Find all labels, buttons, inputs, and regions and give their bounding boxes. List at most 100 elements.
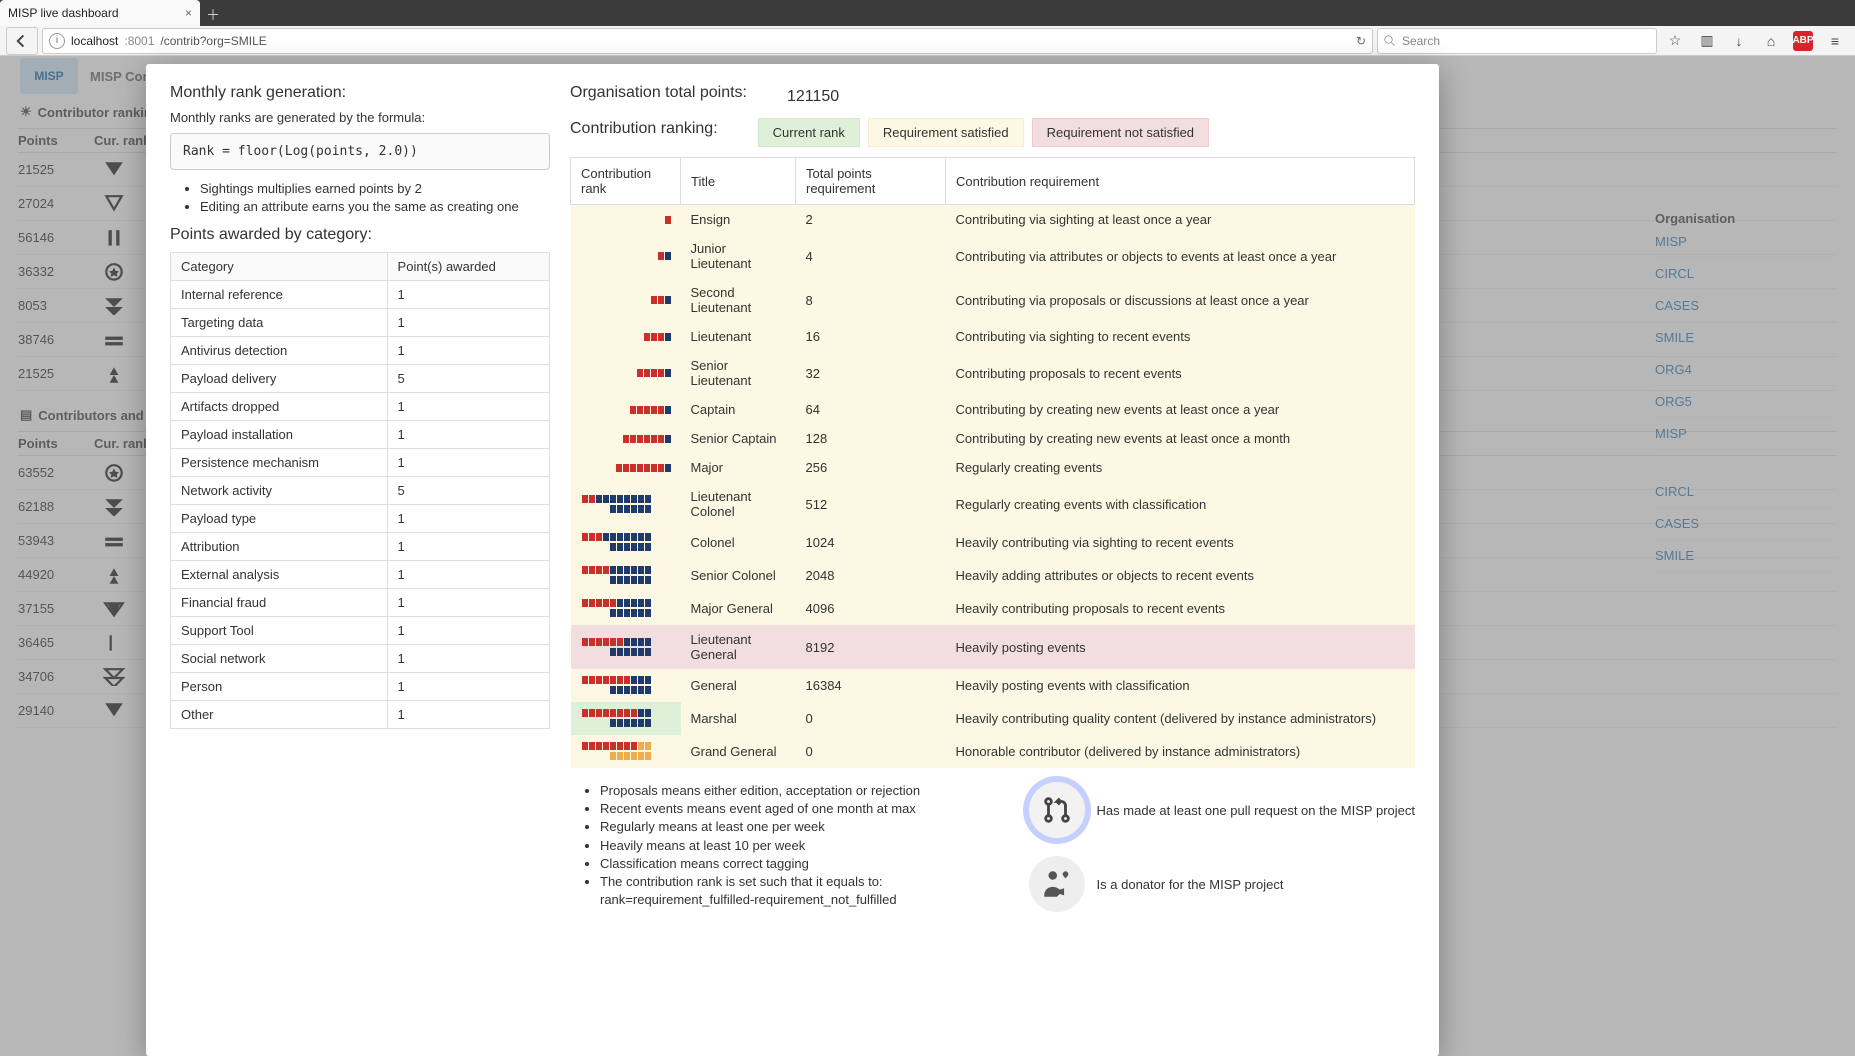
- pac-row: Payload type1: [171, 505, 550, 533]
- rank-contrib-req: Heavily contributing via sighting to rec…: [946, 526, 1415, 559]
- bookmark-star-icon[interactable]: ☆: [1661, 27, 1689, 55]
- rank-points-req: 2048: [796, 559, 946, 592]
- search-box[interactable]: Search: [1377, 28, 1657, 54]
- pac-row: Financial fraud1: [171, 589, 550, 617]
- pac-row: Support Tool1: [171, 617, 550, 645]
- rank-title: Second Lieutenant: [681, 278, 796, 322]
- monthly-title: Monthly rank generation:: [170, 84, 550, 102]
- pac-row: Payload installation1: [171, 421, 550, 449]
- search-icon: [1384, 35, 1396, 47]
- ct-th-req: Contribution requirement: [946, 158, 1415, 205]
- contribution-rank-row: Marshal 0 Heavily contributing quality c…: [571, 702, 1415, 735]
- downloads-icon[interactable]: ↓: [1725, 27, 1753, 55]
- rank-title: Grand General: [681, 735, 796, 768]
- contribution-rank-row: Colonel 1024 Heavily contributing via si…: [571, 526, 1415, 559]
- rank-title: Major: [681, 453, 796, 482]
- back-button[interactable]: [6, 27, 38, 55]
- rank-points-req: 1024: [796, 526, 946, 559]
- rank-insignia: [571, 322, 681, 351]
- rank-insignia: [571, 351, 681, 395]
- rank-contrib-req: Contributing via attributes or objects t…: [946, 234, 1415, 278]
- close-tab-icon[interactable]: ×: [185, 6, 192, 20]
- monthly-desc: Monthly ranks are generated by the formu…: [170, 110, 550, 125]
- contribution-rank-row: Captain 64 Contributing by creating new …: [571, 395, 1415, 424]
- url-bar[interactable]: i localhost:8001/contrib?org=SMILE ↻: [42, 28, 1373, 54]
- rank-points-req: 128: [796, 424, 946, 453]
- rank-insignia: [571, 453, 681, 482]
- pull-request-badge-icon: [1029, 782, 1085, 838]
- pac-row: Network activity5: [171, 477, 550, 505]
- contribution-rank-row: Junior Lieutenant 4 Contributing via att…: [571, 234, 1415, 278]
- rank-contrib-req: Contributing by creating new events at l…: [946, 424, 1415, 453]
- rank-insignia: [571, 669, 681, 702]
- rank-title: Major General: [681, 592, 796, 625]
- menu-icon[interactable]: ≡: [1821, 27, 1849, 55]
- rank-title: Captain: [681, 395, 796, 424]
- rank-contrib-req: Honorable contributor (delivered by inst…: [946, 735, 1415, 768]
- definition-item: Proposals means either edition, acceptat…: [600, 782, 999, 800]
- rank-points-req: 16: [796, 322, 946, 351]
- ct-th-tpr: Total points requirement: [796, 158, 946, 205]
- definitions-list: Proposals means either edition, acceptat…: [570, 782, 999, 909]
- site-info-icon[interactable]: i: [49, 33, 65, 49]
- rank-title: Senior Captain: [681, 424, 796, 453]
- rank-contrib-req: Heavily contributing proposals to recent…: [946, 592, 1415, 625]
- rank-contrib-req: Regularly creating events: [946, 453, 1415, 482]
- note-item: Sightings multiplies earned points by 2: [200, 180, 550, 198]
- rank-contrib-req: Heavily contributing quality content (de…: [946, 702, 1415, 735]
- rank-title: Senior Colonel: [681, 559, 796, 592]
- pac-row: Payload delivery5: [171, 365, 550, 393]
- cr-label: Contribution ranking:: [570, 120, 718, 138]
- ct-th-rank: Contribution rank: [571, 158, 681, 205]
- legend-not-satisfied: Requirement not satisfied: [1032, 118, 1209, 147]
- rank-title: Senior Lieutenant: [681, 351, 796, 395]
- search-placeholder: Search: [1402, 34, 1440, 48]
- rank-points-req: 2: [796, 205, 946, 235]
- pull-request-badge-label: Has made at least one pull request on th…: [1097, 803, 1415, 818]
- contribution-rank-row: Lieutenant General 8192 Heavily posting …: [571, 625, 1415, 669]
- library-icon[interactable]: ▥: [1693, 27, 1721, 55]
- new-tab-button[interactable]: ＋: [200, 4, 226, 26]
- rank-insignia: [571, 205, 681, 235]
- rank-title: Ensign: [681, 205, 796, 235]
- rank-points-req: 8192: [796, 625, 946, 669]
- rank-title: General: [681, 669, 796, 702]
- contribution-rank-row: Ensign 2 Contributing via sighting at le…: [571, 205, 1415, 235]
- tab-title: MISP live dashboard: [8, 6, 119, 20]
- pac-row: Person1: [171, 673, 550, 701]
- contribution-rank-row: Second Lieutenant 8 Contributing via pro…: [571, 278, 1415, 322]
- donator-badge-label: Is a donator for the MISP project: [1097, 877, 1284, 892]
- url-port: :8001: [124, 34, 154, 48]
- rank-points-req: 8: [796, 278, 946, 322]
- pac-row: External analysis1: [171, 561, 550, 589]
- definition-item: Recent events means event aged of one mo…: [600, 800, 999, 818]
- contribution-rank-row: Grand General 0 Honorable contributor (d…: [571, 735, 1415, 768]
- rank-contrib-req: Contributing via sighting to recent even…: [946, 322, 1415, 351]
- rank-title: Lieutenant Colonel: [681, 482, 796, 526]
- pac-title: Points awarded by category:: [170, 226, 550, 244]
- rank-contrib-req: Heavily adding attributes or objects to …: [946, 559, 1415, 592]
- contribution-rank-row: General 16384 Heavily posting events wit…: [571, 669, 1415, 702]
- rank-insignia: [571, 735, 681, 768]
- ranking-help-modal: Monthly rank generation: Monthly ranks a…: [146, 64, 1439, 1056]
- definition-item: Classification means correct tagging: [600, 855, 999, 873]
- rank-insignia: [571, 559, 681, 592]
- pac-row: Social network1: [171, 645, 550, 673]
- rank-contrib-req: Contributing proposals to recent events: [946, 351, 1415, 395]
- rank-insignia: [571, 424, 681, 453]
- contribution-rank-row: Senior Lieutenant 32 Contributing propos…: [571, 351, 1415, 395]
- rank-contrib-req: Regularly creating events with classific…: [946, 482, 1415, 526]
- pac-row: Persistence mechanism1: [171, 449, 550, 477]
- url-path: /contrib?org=SMILE: [160, 34, 266, 48]
- reload-icon[interactable]: ↻: [1356, 34, 1366, 48]
- rank-insignia: [571, 625, 681, 669]
- pac-body: Internal reference1Targeting data1Antivi…: [171, 281, 550, 729]
- pac-row: Artifacts dropped1: [171, 393, 550, 421]
- rank-points-req: 0: [796, 702, 946, 735]
- rank-contrib-req: Contributing via sighting at least once …: [946, 205, 1415, 235]
- home-icon[interactable]: ⌂: [1757, 27, 1785, 55]
- abp-icon[interactable]: ABP: [1789, 27, 1817, 55]
- definition-item: Heavily means at least 10 per week: [600, 837, 999, 855]
- rank-insignia: [571, 395, 681, 424]
- browser-tab[interactable]: MISP live dashboard ×: [0, 0, 200, 26]
